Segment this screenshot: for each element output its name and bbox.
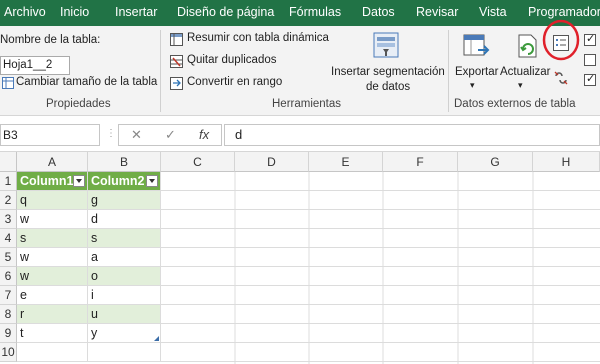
remove-duplicates-button[interactable]: Quitar duplicados — [187, 54, 277, 66]
menu-revisar[interactable]: Revisar — [416, 5, 458, 19]
export-icon — [462, 32, 490, 63]
convert-range-button[interactable]: Convertir en rango — [187, 76, 282, 88]
remove-duplicates-icon — [170, 55, 183, 71]
resize-table-icon — [2, 77, 14, 92]
header-row-checkbox[interactable] — [584, 32, 596, 46]
group-external-label: Datos externos de tabla — [454, 98, 576, 110]
banded-rows-checkbox[interactable] — [584, 72, 596, 86]
menu-diseno-pagina[interactable]: Diseño de página — [177, 5, 274, 19]
insert-slicer-button[interactable]: Insertar segmentación — [331, 66, 445, 78]
refresh-icon — [513, 32, 541, 63]
export-button[interactable]: Exportar — [455, 66, 498, 78]
menu-bar: Archivo Inicio Insertar Diseño de página… — [0, 0, 600, 26]
menu-datos[interactable]: Datos — [362, 5, 395, 19]
insert-slicer-button-line2[interactable]: de datos — [366, 81, 410, 93]
group-properties-label: Propiedades — [46, 98, 111, 110]
formula-buttons: ✕ ✓ fx — [118, 124, 222, 146]
summarize-pivot-button[interactable]: Resumir con tabla dinámica — [187, 32, 329, 44]
formula-bar: B3 ⋮ ✕ ✓ fx d — [0, 116, 600, 152]
menu-archivo[interactable]: Archivo — [4, 5, 46, 19]
ribbon: Nombre de la tabla: Hoja1__2 Cambiar tam… — [0, 19, 600, 116]
confirm-icon[interactable]: ✓ — [165, 127, 176, 143]
total-row-checkbox[interactable] — [584, 54, 596, 66]
menu-formulas[interactable]: Fórmulas — [289, 5, 341, 19]
cancel-icon[interactable]: ✕ — [131, 127, 142, 143]
table-name-label: Nombre de la tabla: — [0, 34, 101, 46]
empty-grid-lines — [161, 172, 600, 364]
pivot-table-icon — [170, 33, 183, 49]
more-icon: ⋮ — [106, 128, 116, 139]
highlight-circle — [541, 18, 581, 65]
slicer-icon — [373, 32, 399, 61]
convert-range-icon — [170, 77, 183, 93]
ribbon-separator — [448, 30, 449, 112]
ribbon-separator — [160, 30, 161, 112]
refresh-button[interactable]: Actualizar — [500, 66, 551, 78]
name-box[interactable]: B3 — [0, 124, 100, 146]
menu-vista[interactable]: Vista — [479, 5, 507, 19]
table-name-input[interactable]: Hoja1__2 — [0, 56, 70, 75]
insert-function-button[interactable]: fx — [199, 127, 209, 142]
resize-table-button[interactable]: Cambiar tamaño de la tabla — [16, 76, 157, 88]
menu-insertar[interactable]: Insertar — [115, 5, 157, 19]
chevron-down-icon[interactable]: ▾ — [518, 80, 523, 91]
menu-programador[interactable]: Programador — [528, 5, 600, 19]
formula-input[interactable]: d — [224, 124, 600, 146]
unlink-icon[interactable] — [553, 70, 569, 89]
menu-inicio[interactable]: Inicio — [60, 5, 89, 19]
group-tools-label: Herramientas — [272, 98, 342, 110]
chevron-down-icon[interactable]: ▾ — [470, 80, 475, 91]
